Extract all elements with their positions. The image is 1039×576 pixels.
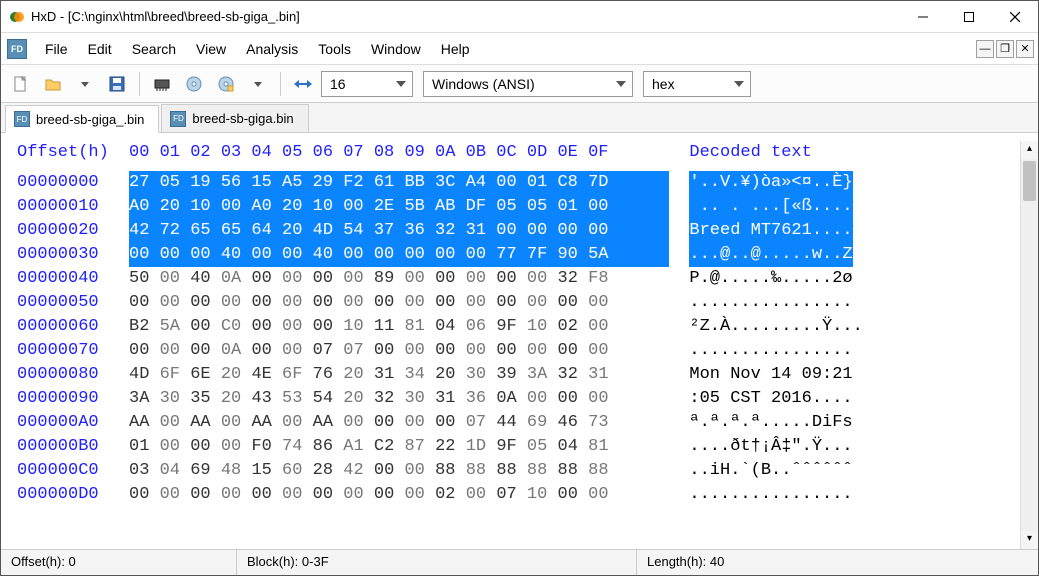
hex-row[interactable]: 0000002042 72 65 65 64 20 4D 54 37 36 32…	[17, 219, 1020, 243]
maximize-button[interactable]	[946, 1, 992, 33]
hex-row[interactable]: 0000004050 00 40 0A 00 00 00 00 89 00 00…	[17, 267, 1020, 291]
base-value: hex	[652, 76, 675, 92]
hex-row[interactable]: 0000007000 00 00 0A 00 00 07 07 00 00 00…	[17, 339, 1020, 363]
scroll-up-button[interactable]: ▴	[1021, 141, 1038, 159]
hex-row[interactable]: 000000B001 00 00 00 F0 74 86 A1 C2 87 22…	[17, 435, 1020, 459]
toolbar: 16 Windows (ANSI) hex	[1, 65, 1038, 103]
hex-row[interactable]: 0000000027 05 19 56 15 A5 29 F2 61 BB 3C…	[17, 171, 1020, 195]
toolbar-separator	[139, 72, 140, 96]
hex-editor[interactable]: Offset(h)00 01 02 03 04 05 06 07 08 09 0…	[1, 133, 1038, 549]
mdi-icon: FD	[7, 39, 27, 59]
chevron-down-icon	[394, 77, 408, 91]
menu-tools[interactable]: Tools	[308, 37, 361, 61]
tab-label: breed-sb-giga.bin	[192, 111, 293, 126]
tab-bar: FD breed-sb-giga_.bin FD breed-sb-giga.b…	[1, 103, 1038, 133]
file-icon: FD	[170, 111, 186, 127]
scroll-down-button[interactable]: ▾	[1021, 531, 1038, 549]
menu-analysis[interactable]: Analysis	[236, 37, 308, 61]
status-block: Block(h): 0-3F	[237, 550, 637, 575]
save-button[interactable]	[103, 70, 131, 98]
open-file-button[interactable]	[39, 70, 67, 98]
window-title: HxD - [C:\nginx\html\breed\breed-sb-giga…	[31, 9, 300, 24]
tab-label: breed-sb-giga_.bin	[36, 112, 144, 127]
open-dropdown-button[interactable]	[71, 70, 99, 98]
mdi-restore-button[interactable]: ❐	[996, 40, 1014, 58]
chevron-down-icon	[614, 77, 628, 91]
minimize-button[interactable]	[900, 1, 946, 33]
menu-file[interactable]: File	[35, 37, 78, 61]
tab-file-1[interactable]: FD breed-sb-giga_.bin	[5, 105, 159, 133]
menu-edit[interactable]: Edit	[78, 37, 122, 61]
close-button[interactable]	[992, 1, 1038, 33]
hex-row[interactable]: 000000A0AA 00 AA 00 AA 00 AA 00 00 00 00…	[17, 411, 1020, 435]
vertical-scrollbar[interactable]: ▴ ▾	[1020, 141, 1038, 549]
mdi-close-button[interactable]: ✕	[1016, 40, 1034, 58]
title-bar: HxD - [C:\nginx\html\breed\breed-sb-giga…	[1, 1, 1038, 33]
base-dropdown[interactable]: hex	[643, 71, 751, 97]
hex-row[interactable]: 00000010A0 20 10 00 A0 20 10 00 2E 5B AB…	[17, 195, 1020, 219]
toolbar-separator	[280, 72, 281, 96]
menu-view[interactable]: View	[186, 37, 236, 61]
hex-header: Offset(h)00 01 02 03 04 05 06 07 08 09 0…	[17, 141, 1020, 165]
hex-row[interactable]: 0000003000 00 00 40 00 00 40 00 00 00 00…	[17, 243, 1020, 267]
menu-help[interactable]: Help	[431, 37, 480, 61]
status-bar: Offset(h): 0 Block(h): 0-3F Length(h): 4…	[1, 549, 1038, 575]
hex-row[interactable]: 000000903A 30 35 20 43 53 54 20 32 30 31…	[17, 387, 1020, 411]
ram-button[interactable]	[148, 70, 176, 98]
hex-row[interactable]: 00000060B2 5A 00 C0 00 00 00 10 11 81 04…	[17, 315, 1020, 339]
encoding-dropdown[interactable]: Windows (ANSI)	[423, 71, 633, 97]
hex-row[interactable]: 000000D000 00 00 00 00 00 00 00 00 00 02…	[17, 483, 1020, 507]
columns-dropdown[interactable]: 16	[321, 71, 413, 97]
disk-button[interactable]	[180, 70, 208, 98]
status-offset: Offset(h): 0	[1, 550, 237, 575]
app-icon	[9, 9, 25, 25]
disk-dropdown-button[interactable]	[244, 70, 272, 98]
menu-window[interactable]: Window	[361, 37, 431, 61]
encoding-value: Windows (ANSI)	[432, 76, 535, 92]
hex-row[interactable]: 000000C003 04 69 48 15 60 28 42 00 00 88…	[17, 459, 1020, 483]
hex-row[interactable]: 0000005000 00 00 00 00 00 00 00 00 00 00…	[17, 291, 1020, 315]
tab-file-2[interactable]: FD breed-sb-giga.bin	[161, 104, 308, 132]
disk2-button[interactable]	[212, 70, 240, 98]
chevron-down-icon	[732, 77, 746, 91]
menu-bar: FD File Edit Search View Analysis Tools …	[1, 33, 1038, 65]
file-icon: FD	[14, 111, 30, 127]
menu-search[interactable]: Search	[122, 37, 186, 61]
new-file-button[interactable]	[7, 70, 35, 98]
columns-value: 16	[330, 76, 346, 92]
mdi-minimize-button[interactable]: —	[976, 40, 994, 58]
hex-row[interactable]: 000000804D 6F 6E 20 4E 6F 76 20 31 34 20…	[17, 363, 1020, 387]
resize-arrows-icon	[289, 70, 317, 98]
status-length: Length(h): 40	[637, 550, 1038, 575]
scroll-thumb[interactable]	[1023, 161, 1036, 201]
